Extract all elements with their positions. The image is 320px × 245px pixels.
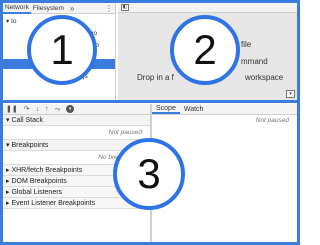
- callout-1: 1: [27, 15, 97, 85]
- editor-corner-toggle-icon[interactable]: ▾: [286, 90, 295, 98]
- navigator-tabs: Network Filesystem » ⋮: [3, 3, 115, 14]
- editor-toolbar: ◧: [118, 3, 297, 13]
- call-stack-status: Not paused: [3, 126, 150, 140]
- step-into-icon[interactable]: ↓: [36, 104, 40, 115]
- section-call-stack[interactable]: ▾ Call Stack: [3, 115, 150, 126]
- more-tabs-icon[interactable]: »: [70, 4, 74, 13]
- callout-2: 2: [170, 15, 240, 85]
- step-out-icon[interactable]: ↑: [45, 104, 49, 115]
- pause-on-exceptions-icon[interactable]: ⏸: [66, 105, 75, 113]
- pane-divider[interactable]: [3, 100, 297, 103]
- editor-hint-command: mmand: [241, 57, 268, 66]
- toggle-navigator-icon[interactable]: ◧: [121, 4, 129, 11]
- editor-hint-file: file: [241, 40, 252, 49]
- scope-tabs: Scope Watch: [152, 104, 297, 115]
- deactivate-breakpoints-icon[interactable]: ⤳: [55, 104, 61, 115]
- debugger-toolbar: ❚❚ ↷ ↓ ↑ ⤳ ⏸: [3, 104, 150, 115]
- tab-network[interactable]: Network: [3, 3, 31, 14]
- scope-status: Not paused: [255, 117, 289, 124]
- tab-filesystem[interactable]: Filesystem: [31, 3, 66, 14]
- callout-3: 3: [113, 138, 185, 210]
- tab-scope[interactable]: Scope: [152, 104, 180, 114]
- pause-icon[interactable]: ❚❚: [6, 104, 18, 115]
- editor-hint-workspace: workspace: [245, 73, 284, 82]
- tab-watch[interactable]: Watch: [180, 104, 208, 114]
- step-over-icon[interactable]: ↷: [24, 104, 30, 115]
- navigator-menu-icon[interactable]: ⋮: [105, 4, 115, 13]
- editor-hint-drop: Drop in a f: [137, 73, 174, 82]
